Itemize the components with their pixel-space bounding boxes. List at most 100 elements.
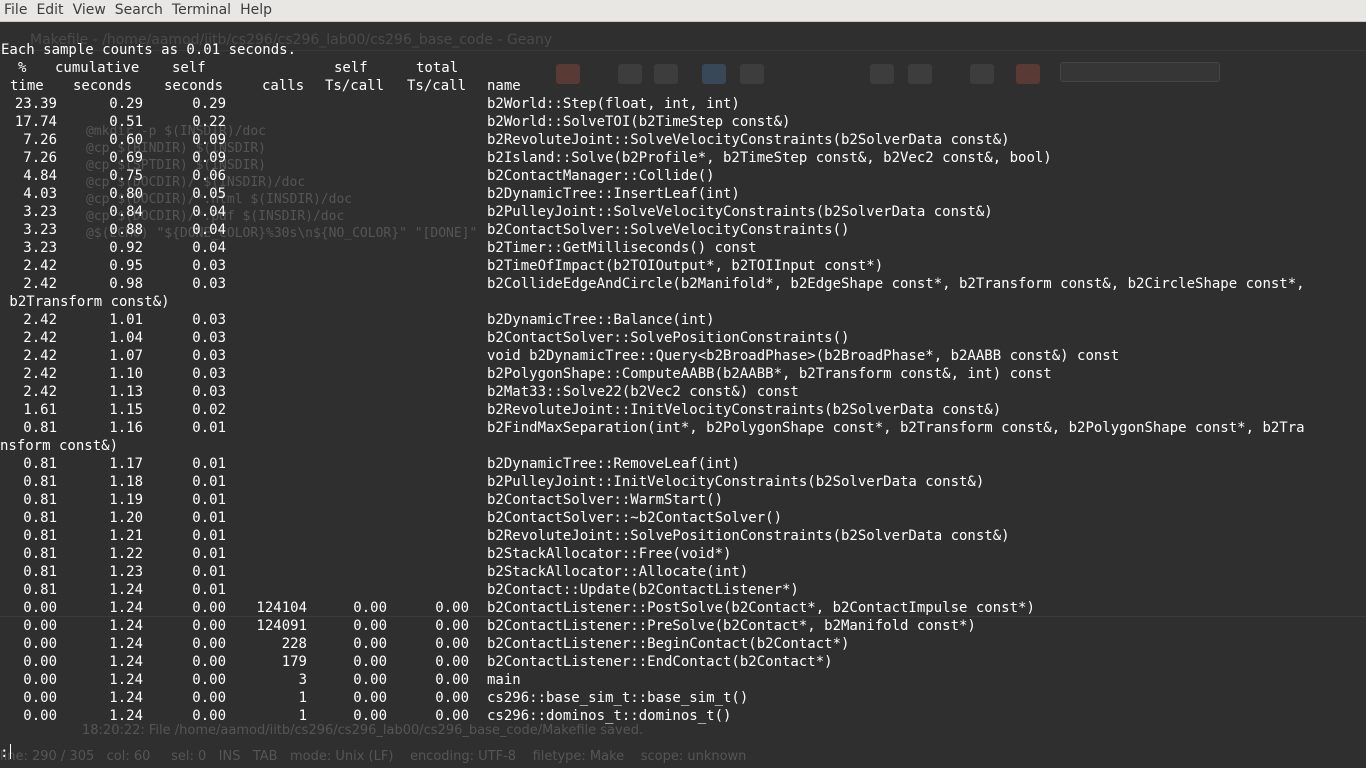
row-cumulative-seconds: 1.23	[109, 564, 143, 580]
profile-row: 0.00 1.24 0.00 228 0.00 0.00 b2ContactListener…	[0, 635, 1366, 653]
row-self-seconds: 0.01	[192, 582, 226, 598]
row-pct-time: 0.00	[23, 690, 57, 706]
row-self-ts-call: 0.00	[353, 672, 387, 688]
row-pct-time: 0.00	[23, 600, 57, 616]
row-self-seconds: 0.04	[192, 240, 226, 256]
row-cumulative-seconds: 0.95	[109, 258, 143, 274]
row-cumulative-seconds: 0.69	[109, 150, 143, 166]
row-cumulative-seconds: 1.24	[109, 582, 143, 598]
row-function-name: b2PulleyJoint::InitVelocityConstraints(b…	[487, 474, 985, 490]
row-pct-time: 3.23	[23, 222, 57, 238]
row-function-name: b2ContactSolver::SolvePositionConstraint…	[487, 330, 850, 346]
profile-row-wrap: nsform const&)	[0, 437, 1366, 455]
row-self-seconds: 0.29	[192, 96, 226, 112]
row-self-seconds: 0.01	[192, 456, 226, 472]
row-cumulative-seconds: 1.24	[109, 618, 143, 634]
row-self-seconds: 0.00	[192, 672, 226, 688]
profile-row: 23.39 0.29 0.29 b2World::Step(float, int, i…	[0, 95, 1366, 113]
profile-row: 0.81 1.21 0.01 b2RevoluteJoint::SolvePositi…	[0, 527, 1366, 545]
row-self-seconds: 0.01	[192, 474, 226, 490]
profile-row: 0.00 1.24 0.00 3 0.00 0.00 main	[0, 671, 1366, 689]
header-pct: %	[18, 60, 27, 76]
row-self-ts-call: 0.00	[353, 690, 387, 706]
header-calls: calls	[262, 78, 305, 94]
row-self-ts-call: 0.00	[353, 708, 387, 724]
row-cumulative-seconds: 1.04	[109, 330, 143, 346]
profile-row: 2.42 0.98 0.03 b2CollideEdgeAndCircle(b2Man…	[0, 275, 1366, 293]
row-self-seconds: 0.00	[192, 654, 226, 670]
row-self-seconds: 0.01	[192, 546, 226, 562]
header-self-call: Ts/call	[325, 78, 385, 94]
row-cumulative-seconds: 1.19	[109, 492, 143, 508]
header-pct: time	[10, 78, 44, 94]
profile-row: 2.42 1.07 0.03 void b2DynamicTree::Query<b2…	[0, 347, 1366, 365]
row-pct-time: 2.42	[23, 366, 57, 382]
header-cumulative: seconds	[73, 78, 133, 94]
row-cumulative-seconds: 1.15	[109, 402, 143, 418]
menu-view[interactable]: View	[69, 0, 109, 21]
row-cumulative-seconds: 1.07	[109, 348, 143, 364]
column-header-row-2: time seconds seconds calls Ts/call Ts/call nam…	[0, 77, 1366, 95]
profile-row: 7.26 0.60 0.09 b2RevoluteJoint::SolveVeloci…	[0, 131, 1366, 149]
profile-row: 0.00 1.24 0.00 1 0.00 0.00 cs296::dominos_t::d…	[0, 707, 1366, 725]
profile-row: 17.74 0.51 0.22 b2World::SolveTOI(b2TimeSte…	[0, 113, 1366, 131]
terminal-prompt[interactable]: :	[0, 744, 12, 762]
menu-help[interactable]: Help	[236, 0, 275, 21]
menu-terminal[interactable]: Terminal	[168, 0, 234, 21]
row-function-name: b2TimeOfImpact(b2TOIOutput*, b2TOIInput …	[487, 258, 884, 274]
menu-search[interactable]: Search	[111, 0, 166, 21]
column-header-row-1: % cumulative self self total	[0, 59, 1366, 77]
row-self-seconds: 0.09	[192, 150, 226, 166]
terminal-window[interactable]: Makefile - /home/aamod/iitb/cs296/cs296_…	[0, 22, 1366, 768]
profile-row: 0.00 1.24 0.00 179 0.00 0.00 b2ContactListener…	[0, 653, 1366, 671]
row-function-name: void b2DynamicTree::Query<b2BroadPhase>(…	[487, 348, 1120, 364]
row-self-seconds: 0.01	[192, 420, 226, 436]
row-function-name: b2DynamicTree::InsertLeaf(int)	[487, 186, 740, 202]
row-function-name: b2ContactSolver::~b2ContactSolver()	[487, 510, 783, 526]
row-cumulative-seconds: 1.10	[109, 366, 143, 382]
row-function-name: b2ContactManager::Collide()	[487, 168, 715, 184]
row-cumulative-seconds: 1.24	[109, 708, 143, 724]
row-function-name: cs296::dominos_t::dominos_t()	[487, 708, 732, 724]
row-pct-time: 4.03	[23, 186, 57, 202]
row-pct-time: 7.26	[23, 132, 57, 148]
prompt-text: :	[0, 745, 9, 761]
row-function-name: b2ContactSolver::WarmStart()	[487, 492, 724, 508]
row-pct-time: 0.81	[23, 546, 57, 562]
row-pct-time: 0.00	[23, 708, 57, 724]
row-pct-time: 3.23	[23, 204, 57, 220]
row-calls: 3	[298, 672, 307, 688]
profile-row: 0.81 1.24 0.01 b2Contact::Update(b2ContactL…	[0, 581, 1366, 599]
terminal-output: Each sample counts as 0.01 seconds.% cumu…	[0, 22, 1366, 768]
row-calls: 228	[281, 636, 307, 652]
profile-row: 0.81 1.20 0.01 b2ContactSolver::~b2ContactS…	[0, 509, 1366, 527]
row-pct-time: 0.81	[23, 474, 57, 490]
profile-row: 0.81 1.23 0.01 b2StackAllocator::Allocate(i…	[0, 563, 1366, 581]
row-function-name: b2ContactListener::PostSolve(b2Contact*,…	[487, 600, 1035, 616]
row-function-name: b2Timer::GetMilliseconds() const	[487, 240, 757, 256]
row-pct-time: 0.81	[23, 564, 57, 580]
profile-row: 2.42 1.10 0.03 b2PolygonShape::ComputeAABB(…	[0, 365, 1366, 383]
row-self-seconds: 0.01	[192, 528, 226, 544]
row-self-seconds: 0.03	[192, 312, 226, 328]
profile-row: 7.26 0.69 0.09 b2Island::Solve(b2Profile*, …	[0, 149, 1366, 167]
menu-file[interactable]: File	[0, 0, 30, 21]
row-self-seconds: 0.22	[192, 114, 226, 130]
row-self-seconds: 0.03	[192, 258, 226, 274]
row-self-seconds: 0.04	[192, 222, 226, 238]
row-cumulative-seconds: 0.75	[109, 168, 143, 184]
row-cumulative-seconds: 0.98	[109, 276, 143, 292]
profile-row: 2.42 1.01 0.03 b2DynamicTree::Balance(int)	[0, 311, 1366, 329]
row-total-ts-call: 0.00	[435, 690, 469, 706]
row-pct-time: 2.42	[23, 312, 57, 328]
row-total-ts-call: 0.00	[435, 654, 469, 670]
row-self-seconds: 0.04	[192, 204, 226, 220]
profile-row: 3.23 0.88 0.04 b2ContactSolver::SolveVeloci…	[0, 221, 1366, 239]
row-cumulative-seconds: 1.24	[109, 672, 143, 688]
row-cumulative-seconds: 0.80	[109, 186, 143, 202]
row-cumulative-seconds: 1.18	[109, 474, 143, 490]
row-pct-time: 4.84	[23, 168, 57, 184]
menu-edit[interactable]: Edit	[32, 0, 66, 21]
row-cumulative-seconds: 1.13	[109, 384, 143, 400]
row-function-name: b2World::Step(float, int, int)	[487, 96, 740, 112]
